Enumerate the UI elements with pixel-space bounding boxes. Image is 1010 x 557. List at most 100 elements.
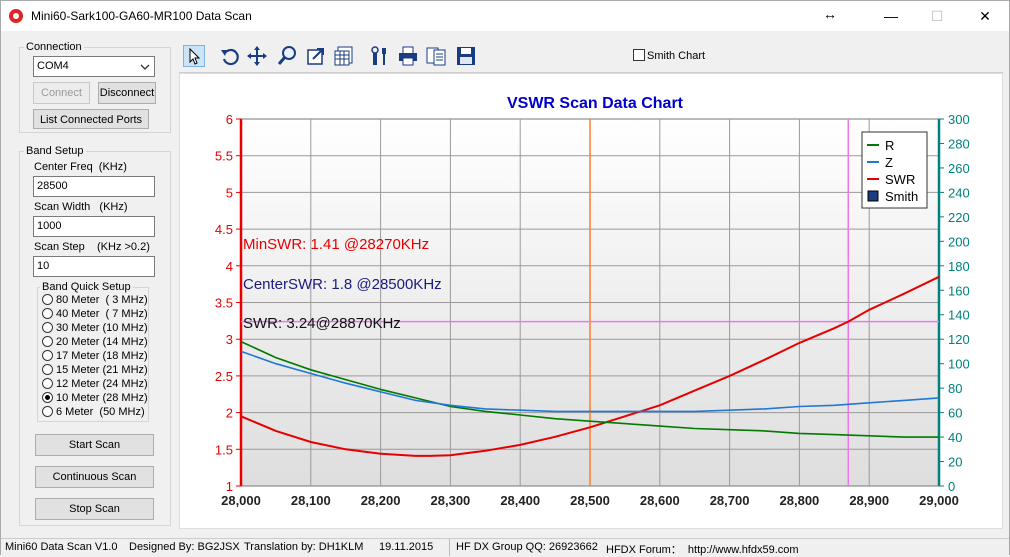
band-radio-label: 30 Meter (10 MHz) [56,322,148,334]
center-swr-annotation: CenterSWR: 1.8 @28500KHz [243,276,442,293]
status-date: 19.11.2015 [379,541,434,553]
y-left-tick-label: 1 [226,479,233,494]
band-radio-4[interactable]: 17 Meter (18 MHz) [42,350,148,364]
radio-circle [42,378,53,389]
radio-circle [42,392,53,403]
chevron-down-icon [140,64,150,70]
band-quick-group-label: Band Quick Setup [40,281,133,293]
scan-step-hint: (KHz >0.2) [97,241,150,253]
band-radio-label: 6 Meter (50 MHz) [56,406,145,418]
export-icon[interactable] [305,45,327,67]
y-right-tick-label: 180 [948,259,970,274]
legend-label-smith: Smith [885,189,918,204]
radio-circle [42,336,53,347]
x-tick-label: 28,800 [780,493,820,508]
chart-title: VSWR Scan Data Chart [507,95,684,112]
band-radio-label: 15 Meter (21 MHz) [56,364,148,376]
y-left-tick-label: 3.5 [215,296,233,311]
continuous-scan-button[interactable]: Continuous Scan [35,466,154,488]
close-button[interactable]: ✕ [962,1,1008,31]
y-right-tick-label: 160 [948,283,970,298]
title-bar[interactable]: Mini60-Sark100-GA60-MR100 Data Scan ↔ — … [1,1,1009,31]
scan-step-label: Scan Step [34,241,85,253]
x-tick-label: 29,000 [919,493,959,508]
chart-panel: VSWR Scan Data Chart 28,000 28,100 28,200 28… [179,73,1003,529]
list-ports-button[interactable]: List Connected Ports [33,109,149,129]
y-right-tick-label: 120 [948,332,970,347]
radio-circle [42,308,53,319]
legend-swatch-smith [867,190,879,202]
minimize-button[interactable]: — [868,1,914,31]
stop-scan-button[interactable]: Stop Scan [35,498,154,520]
tools-icon[interactable] [369,45,391,67]
band-radio-6[interactable]: 12 Meter (24 MHz) [42,378,148,392]
scan-step-field[interactable]: 10 [33,256,155,277]
start-scan-button[interactable]: Start Scan [35,434,154,456]
y-right-tick-label: 20 [948,455,962,470]
band-radio-label: 80 Meter ( 3 MHz) [56,294,148,306]
save-icon[interactable] [455,45,477,67]
min-swr-annotation: MinSWR: 1.41 @28270KHz [243,236,429,253]
x-tick-label: 28,400 [500,493,540,508]
table-icon[interactable] [333,45,355,67]
y-left-tick-label: 2 [226,406,233,421]
disconnect-button[interactable]: Disconnect [98,82,156,104]
scan-width-label: Scan Width (KHz) [34,201,128,213]
status-group: HF DX Group QQ: 26923662 [456,541,598,553]
y-right-tick-label: 220 [948,210,970,225]
legend-label-r: R [885,138,894,153]
y-left-tick-label: 4 [226,259,233,274]
chart-toolbar: Smith Chart [179,41,1003,73]
x-tick-label: 28,000 [221,493,261,508]
y-left-tick-label: 1.5 [215,442,233,457]
connect-button[interactable]: Connect [33,82,90,104]
x-tick-label: 28,600 [640,493,680,508]
cursor-swr-annotation: SWR: 3.24@28870KHz [243,315,401,332]
y-right-tick-label: 100 [948,357,970,372]
zoom-icon[interactable] [276,45,298,67]
band-radio-0[interactable]: 80 Meter ( 3 MHz) [42,294,148,308]
smith-chart-checkbox[interactable]: Smith Chart [633,49,705,65]
band-setup-group-label: Band Setup [24,145,86,157]
copy-icon[interactable] [425,45,447,67]
x-tick-label: 28,300 [431,493,471,508]
port-select[interactable]: COM4 [33,56,155,77]
y-right-tick-label: 0 [948,479,955,494]
band-radio-5[interactable]: 15 Meter (21 MHz) [42,364,148,378]
band-radio-label: 40 Meter ( 7 MHz) [56,308,148,320]
maximize-button[interactable]: ☐ [914,1,960,31]
y-right-tick-label: 40 [948,430,962,445]
radio-circle [42,406,53,417]
x-tick-label: 28,900 [849,493,889,508]
center-freq-field[interactable]: 28500 [33,176,155,197]
band-radio-8[interactable]: 6 Meter (50 MHz) [42,406,145,420]
band-radio-7[interactable]: 10 Meter (28 MHz) [42,392,148,406]
y-right-tick-label: 140 [948,308,970,323]
status-translation: Translation by: DH1KLM [244,541,364,553]
x-tick-label: 28,500 [570,493,610,508]
undo-icon[interactable] [219,45,241,67]
app-window: Mini60-Sark100-GA60-MR100 Data Scan ↔ — … [0,0,1010,556]
status-app: Mini60 Data Scan V1.0 [5,541,118,553]
y-left-tick-label: 3 [226,332,233,347]
radio-circle [42,350,53,361]
band-radio-list: 80 Meter ( 3 MHz) 40 Meter ( 7 MHz) 30 Met… [42,294,152,420]
print-icon[interactable] [397,45,419,67]
x-tick-label: 28,700 [710,493,750,508]
x-tick-label: 28,100 [291,493,331,508]
radio-circle [42,364,53,375]
vswr-chart[interactable]: VSWR Scan Data Chart 28,000 28,100 28,200 28… [180,74,1002,528]
resize-icon: ↔ [823,6,837,22]
x-tick-label: 28,200 [361,493,401,508]
band-radio-3[interactable]: 20 Meter (14 MHz) [42,336,148,350]
y-right-tick-label: 200 [948,234,970,249]
y-left-tick-label: 5 [226,185,233,200]
band-radio-label: 17 Meter (18 MHz) [56,350,148,362]
band-radio-2[interactable]: 30 Meter (10 MHz) [42,322,148,336]
band-radio-label: 12 Meter (24 MHz) [56,378,148,390]
band-radio-1[interactable]: 40 Meter ( 7 MHz) [42,308,148,322]
legend-label-swr: SWR [885,172,915,187]
scan-width-field[interactable]: 1000 [33,216,155,237]
pan-icon[interactable] [246,45,268,67]
pointer-icon[interactable] [183,45,205,67]
